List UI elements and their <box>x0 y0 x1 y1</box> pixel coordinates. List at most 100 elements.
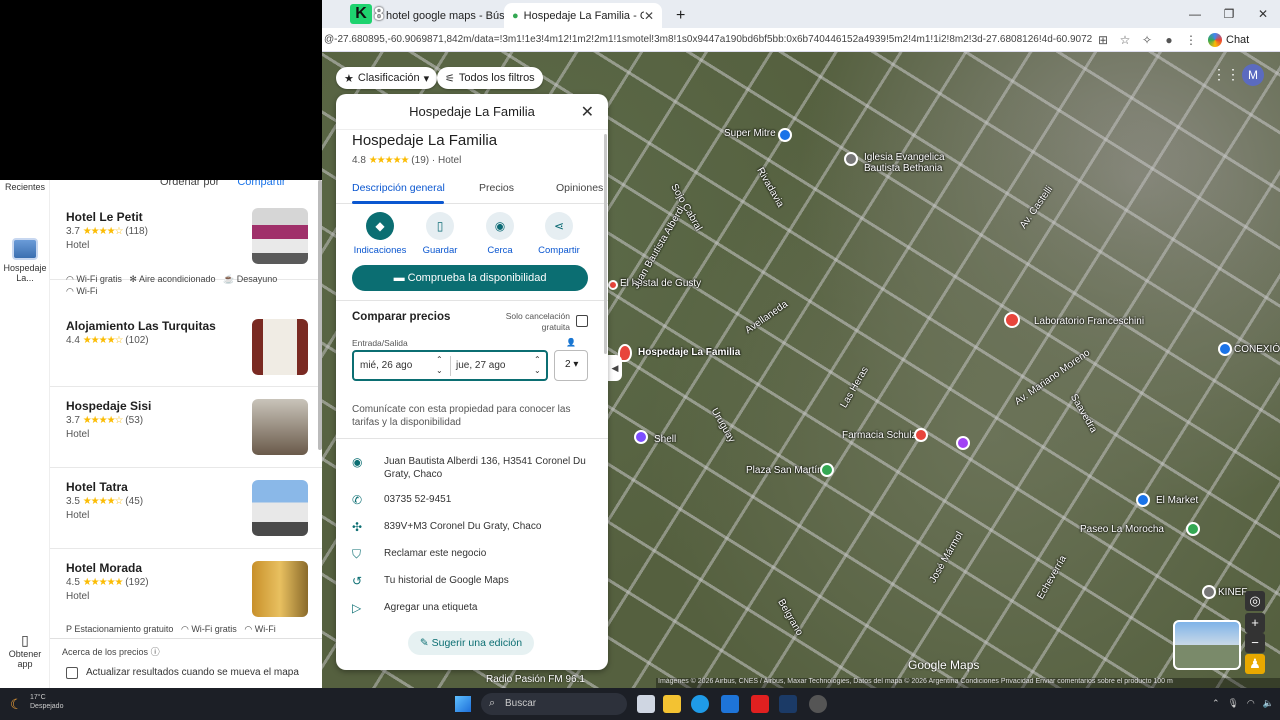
app-icon[interactable] <box>809 695 827 713</box>
url-text[interactable]: @-27.680895,-60.9069871,842m/data=!3m1!1… <box>322 34 1092 45</box>
map-label-selected[interactable]: Hospedaje La Familia <box>638 347 740 358</box>
windows-start-icon[interactable] <box>455 696 471 712</box>
address-bar[interactable]: @-27.680895,-60.9069871,842m/data=!3m1!1… <box>322 28 1280 52</box>
restore-icon[interactable]: ❐ <box>1212 0 1246 28</box>
new-tab-button[interactable]: + <box>668 3 692 28</box>
date-range-picker[interactable]: mié, 26 ago ⌃ ⌄ jue, 27 ago ⌃ ⌄ <box>352 350 548 381</box>
hotel-name[interactable]: Alojamiento Las Turquitas <box>66 319 216 333</box>
tab-prices[interactable]: Precios <box>479 182 514 194</box>
close-icon[interactable]: ✕ <box>581 102 594 122</box>
avatar[interactable]: M <box>1242 64 1264 86</box>
rail-recents[interactable]: Recientes <box>0 182 50 192</box>
wifi-icon[interactable]: ◠ <box>1247 698 1255 709</box>
edge-icon[interactable] <box>691 695 709 713</box>
chevron-up-icon[interactable]: ⌃ <box>1212 698 1220 709</box>
map-label[interactable]: Laboratorio Franceschini <box>1034 316 1144 327</box>
update-results-checkbox[interactable] <box>66 667 78 679</box>
sort-chip[interactable]: ★ Clasificación ▾ <box>336 67 438 89</box>
list-item[interactable]: Alojamiento Las Turquitas 4.4 ★★★★☆ (102… <box>50 307 322 387</box>
park-pin-icon[interactable] <box>820 463 834 477</box>
tab-reviews[interactable]: Opiniones <box>556 182 608 194</box>
panel-scrollbar[interactable] <box>604 134 607 354</box>
poi-pin-icon[interactable] <box>956 436 970 450</box>
map-label[interactable]: Radio Pasión FM 96.1 <box>486 674 585 685</box>
park-pin-icon[interactable] <box>1186 522 1200 536</box>
task-view-icon[interactable] <box>637 695 655 713</box>
list-item[interactable]: Hotel Tatra 3.5 ★★★★☆ (45) Hotel <box>50 468 322 549</box>
hotel-name[interactable]: Hotel Tatra <box>66 480 128 494</box>
close-icon[interactable]: ✕ <box>644 9 654 23</box>
bookmark-star-icon[interactable]: ☆ <box>1114 33 1136 47</box>
checkin-stepper[interactable]: ⌃ ⌄ <box>436 354 443 376</box>
checkout-stepper[interactable]: ⌃ ⌄ <box>534 354 541 376</box>
taskbar-search[interactable]: ⌕ Buscar <box>481 693 627 715</box>
chat-button[interactable]: Chat <box>1208 32 1249 47</box>
extensions-icon[interactable]: ✧ <box>1136 33 1158 47</box>
lab-pin-icon[interactable] <box>1004 312 1020 328</box>
directions-button[interactable]: ◆ Indicaciones <box>350 212 410 256</box>
profile-icon[interactable]: ● <box>1158 33 1180 47</box>
map-label[interactable]: Shell <box>654 434 676 445</box>
hotel-name[interactable]: Hotel Le Petit <box>66 210 143 224</box>
tab-overview[interactable]: Descripción general <box>352 182 445 194</box>
youtube-icon[interactable] <box>751 695 769 713</box>
list-item[interactable]: Hotel Morada 4.5 ★★★★★ (192) Hotel P Est… <box>50 549 322 638</box>
hotel-name[interactable]: Hotel Morada <box>66 561 142 575</box>
rail-get-app[interactable]: ▯ Obtener app <box>0 632 50 669</box>
gas-pin-icon[interactable] <box>634 430 648 444</box>
nearby-button[interactable]: ◉ Cerca <box>470 212 530 256</box>
check-availability-button[interactable]: ▬ Comprueba la disponibilidad <box>352 265 588 291</box>
shop-pin-icon[interactable] <box>1218 342 1232 356</box>
steam-icon[interactable] <box>779 695 797 713</box>
file-explorer-icon[interactable] <box>663 695 681 713</box>
shop-pin-icon[interactable] <box>1136 493 1150 507</box>
save-button[interactable]: ▯ Guardar <box>410 212 470 256</box>
weather-moon-icon[interactable]: ☾ <box>10 696 23 713</box>
map-label[interactable]: CONEXIÓ <box>1234 344 1280 355</box>
hotel-photo[interactable] <box>252 561 308 617</box>
shop-pin-icon[interactable] <box>778 128 792 142</box>
map-label[interactable]: Iglesia Evangelica Bautista Bethania <box>864 152 964 174</box>
sort-button[interactable]: Ordenar por <box>160 180 219 188</box>
hotel-pin-icon[interactable] <box>608 280 618 290</box>
rail-recent-place[interactable]: Hospedaje La... <box>0 238 50 283</box>
hotel-photo[interactable] <box>252 208 308 264</box>
zoom-out-button[interactable]: − <box>1245 633 1265 653</box>
street-view-thumbnail[interactable] <box>1173 620 1241 670</box>
minimize-icon[interactable]: — <box>1178 0 1212 28</box>
free-cancellation-checkbox[interactable] <box>576 315 588 327</box>
menu-icon[interactable]: ⋮ <box>1180 33 1202 47</box>
volume-icon[interactable]: 🔈 <box>1263 698 1274 709</box>
about-prices-link[interactable]: Acerca de los precios ⓘ <box>62 645 160 658</box>
weather-widget[interactable]: 17°C Despejado <box>30 693 63 711</box>
checkout-date[interactable]: jue, 27 ago <box>456 360 506 371</box>
tab-hospedaje[interactable]: ● Hospedaje La Familia - Google Maps ✕ <box>504 3 662 28</box>
mic-icon[interactable]: 🎙 <box>1227 698 1238 709</box>
share-button[interactable]: ⋖ Compartir <box>529 212 589 256</box>
hotel-photo[interactable] <box>252 319 308 375</box>
map-label[interactable]: El Market <box>1156 495 1198 506</box>
place-rating[interactable]: 4.8 ★★★★★ (19) · Hotel <box>352 155 461 166</box>
filters-chip[interactable]: ⚟ Todos los filtros <box>437 67 543 89</box>
zoom-in-button[interactable]: + <box>1245 613 1265 633</box>
map-label[interactable]: Paseo La Morocha <box>1080 524 1164 535</box>
pegman-icon[interactable]: ♟ <box>1245 654 1265 674</box>
store-icon[interactable] <box>721 695 739 713</box>
hotel-name[interactable]: Hospedaje Sisi <box>66 399 151 413</box>
list-item[interactable]: Hospedaje Sisi 3.7 ★★★★☆ (53) Hotel <box>50 387 322 468</box>
list-item[interactable]: Hotel Le Petit 3.7 ★★★★☆ (118) Hotel <box>50 200 322 280</box>
church-pin-icon[interactable] <box>844 152 858 166</box>
map-label[interactable]: Plaza San Martín <box>746 465 823 476</box>
location-icon[interactable]: ◎ <box>1245 591 1265 611</box>
suggest-edit-button[interactable]: ✎ Sugerir una edición <box>408 631 534 655</box>
share-button[interactable]: Compartir <box>237 180 285 188</box>
close-window-icon[interactable]: ✕ <box>1246 0 1280 28</box>
translate-icon[interactable]: ⊞ <box>1092 33 1114 47</box>
hotel-photo[interactable] <box>252 480 308 536</box>
map-label[interactable]: KINEF <box>1218 587 1247 598</box>
checkin-date[interactable]: mié, 26 ago <box>360 360 412 371</box>
pin-icon[interactable] <box>1202 585 1216 599</box>
guests-select[interactable]: 2 ▾ <box>554 350 588 381</box>
hotel-photo[interactable] <box>252 399 308 455</box>
collapse-panel-button[interactable]: ◀ <box>608 355 622 381</box>
